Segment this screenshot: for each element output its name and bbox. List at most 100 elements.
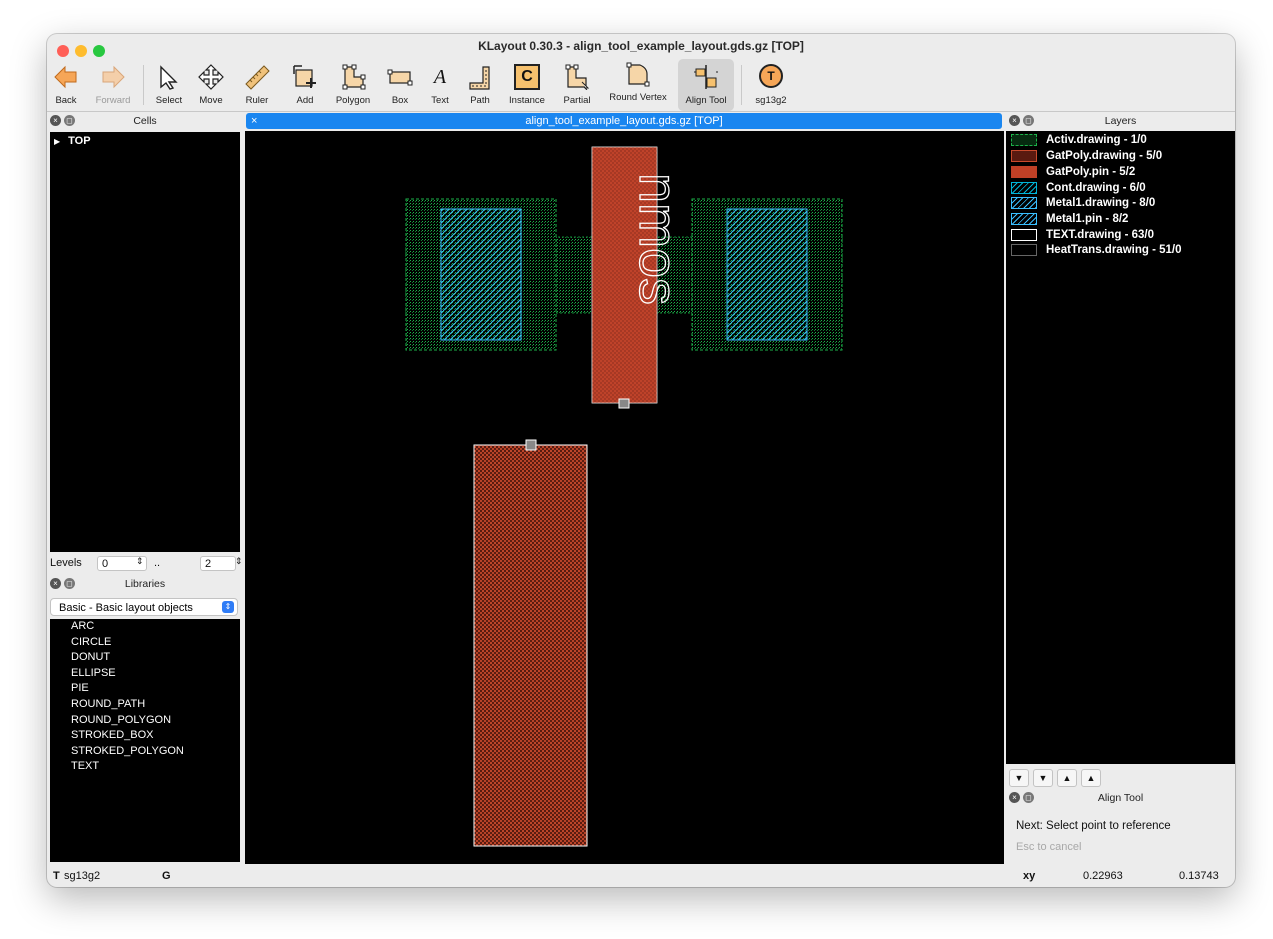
layer-swatch [1011,244,1037,256]
move-down-button[interactable]: ▼ [1033,769,1053,787]
gate-reference-handle[interactable] [618,398,630,409]
add-tool-button[interactable]: Add [287,59,323,111]
close-icon[interactable]: × [1009,792,1020,803]
close-icon[interactable]: × [50,115,61,126]
arrow-left-icon [54,65,77,89]
move-bottom-button[interactable]: ▼ [1009,769,1029,787]
add-shape-icon [293,65,316,88]
round-vertex-icon [626,62,650,87]
back-button[interactable]: Back [49,59,83,111]
metal1-right [726,208,808,341]
align-tool-hint: Esc to cancel [1016,841,1082,853]
move-up-button[interactable]: ▲ [1057,769,1077,787]
main-toolbar: Back Forward Select Move Ruler Add Polyg… [47,59,1235,112]
text-a-icon: A [433,66,447,88]
align-tool-panel: Next: Select point to reference Esc to c… [1006,806,1235,864]
title-bar: KLayout 0.30.3 - align_tool_example_layo… [47,34,1235,59]
levels-label: Levels [50,557,82,569]
layout-drawing: nmos [405,146,843,847]
tree-item-top[interactable]: ▶ TOP [54,134,91,148]
cell-tree[interactable]: ▶ TOP [50,132,240,552]
library-item[interactable]: ROUND_POLYGON [50,713,240,729]
nmos-label: nmos [628,173,688,305]
library-item[interactable]: STROKED_POLYGON [50,744,240,760]
zoom-window-button[interactable] [93,45,105,57]
pointer-icon [160,65,178,90]
libraries-title: Libraries [124,578,166,590]
library-list[interactable]: ARC CIRCLE DONUT ELLIPSE PIE ROUND_PATH … [50,619,240,862]
stepper-icon[interactable]: ⇕ [235,556,243,567]
align-tool-button[interactable]: Align Tool [678,59,734,111]
align-icon [694,65,718,89]
polygon-icon [342,64,366,90]
move-tool-button[interactable]: Move [193,59,229,111]
text-tool-button[interactable]: A Text [425,59,455,111]
polygon-tool-button[interactable]: Polygon [331,59,375,111]
instance-tool-button[interactable]: C Instance [505,59,549,111]
close-tab-icon[interactable]: × [251,113,257,129]
box-tool-button[interactable]: Box [383,59,417,111]
metal1-left [440,208,522,341]
layers-title: Layers [1104,115,1137,127]
library-item[interactable]: DONUT [50,650,240,666]
library-item[interactable]: ELLIPSE [50,666,240,682]
float-icon[interactable]: ◻ [1023,115,1034,126]
ruler-tool-button[interactable]: Ruler [237,59,277,111]
layout-tab[interactable]: × align_tool_example_layout.gds.gz [TOP] [246,113,1002,129]
partial-tool-button[interactable]: Partial [557,59,597,111]
levels-to-input[interactable]: 2 [200,556,236,571]
technology-button[interactable]: T sg13g2 [749,59,793,111]
levels-row: Levels 0 ⇕ .. 2 ⇕ [50,555,243,573]
status-technology: sg13g2 [64,870,101,882]
library-item[interactable]: CIRCLE [50,635,240,651]
expand-arrow-icon[interactable]: ▶ [54,137,60,146]
libraries-dock-header: × ◻ Libraries [47,576,243,592]
layer-swatch [1011,229,1037,241]
layout-tab-title: align_tool_example_layout.gds.gz [TOP] [525,115,723,127]
library-item[interactable]: PIE [50,681,240,697]
close-window-button[interactable] [57,45,69,57]
library-item[interactable]: ARC [50,619,240,635]
arrow-right-icon [102,65,125,89]
cells-title: Cells [133,115,157,127]
path-tool-button[interactable]: Path [463,59,497,111]
float-icon[interactable]: ◻ [64,578,75,589]
layer-list[interactable]: Activ.drawing - 1/0 GatPoly.drawing - 5/… [1006,131,1235,764]
toolbar-separator [741,65,742,105]
library-item[interactable]: TEXT [50,759,240,775]
status-grid: G [162,870,171,882]
window-title: KLayout 0.30.3 - align_tool_example_layo… [478,39,804,53]
select-tool-button[interactable]: Select [151,59,187,111]
library-item[interactable]: ROUND_PATH [50,697,240,713]
align-tool-title: Align Tool [1097,792,1144,804]
move-top-button[interactable]: ▲ [1081,769,1101,787]
bar-reference-handle[interactable] [525,439,537,451]
layer-swatch [1011,213,1037,225]
forward-button[interactable]: Forward [91,59,135,111]
box-icon [387,69,413,86]
layer-swatch [1011,166,1037,178]
close-icon[interactable]: × [50,578,61,589]
chevron-updown-icon: ⇕ [222,601,234,613]
library-item[interactable]: STROKED_BOX [50,728,240,744]
instance-c-icon: C [514,64,540,90]
layer-order-buttons: ▼ ▼ ▲ ▲ [1009,768,1105,787]
move-arrows-icon [198,64,224,90]
toolbar-separator [143,65,144,105]
close-icon[interactable]: × [1009,115,1020,126]
stepper-icon[interactable]: ⇕ [136,556,144,567]
library-select[interactable]: Basic - Basic layout objects ⇕ [50,598,238,616]
minimize-window-button[interactable] [75,45,87,57]
float-icon[interactable]: ◻ [1023,792,1034,803]
align-tool-dock-header: × ◻ Align Tool [1006,790,1235,806]
align-tool-message: Next: Select point to reference [1016,820,1171,832]
status-x-coordinate: 0.22963 [1083,870,1123,882]
status-xy-label: xy [1023,870,1036,882]
float-icon[interactable]: ◻ [64,115,75,126]
layout-canvas[interactable]: nmos [245,131,1004,864]
layer-swatch [1011,197,1037,209]
round-vertex-tool-button[interactable]: Round Vertex [605,59,671,111]
partial-edit-icon [565,64,590,90]
layer-swatch [1011,134,1037,146]
gatpoly-bar[interactable] [473,444,588,847]
